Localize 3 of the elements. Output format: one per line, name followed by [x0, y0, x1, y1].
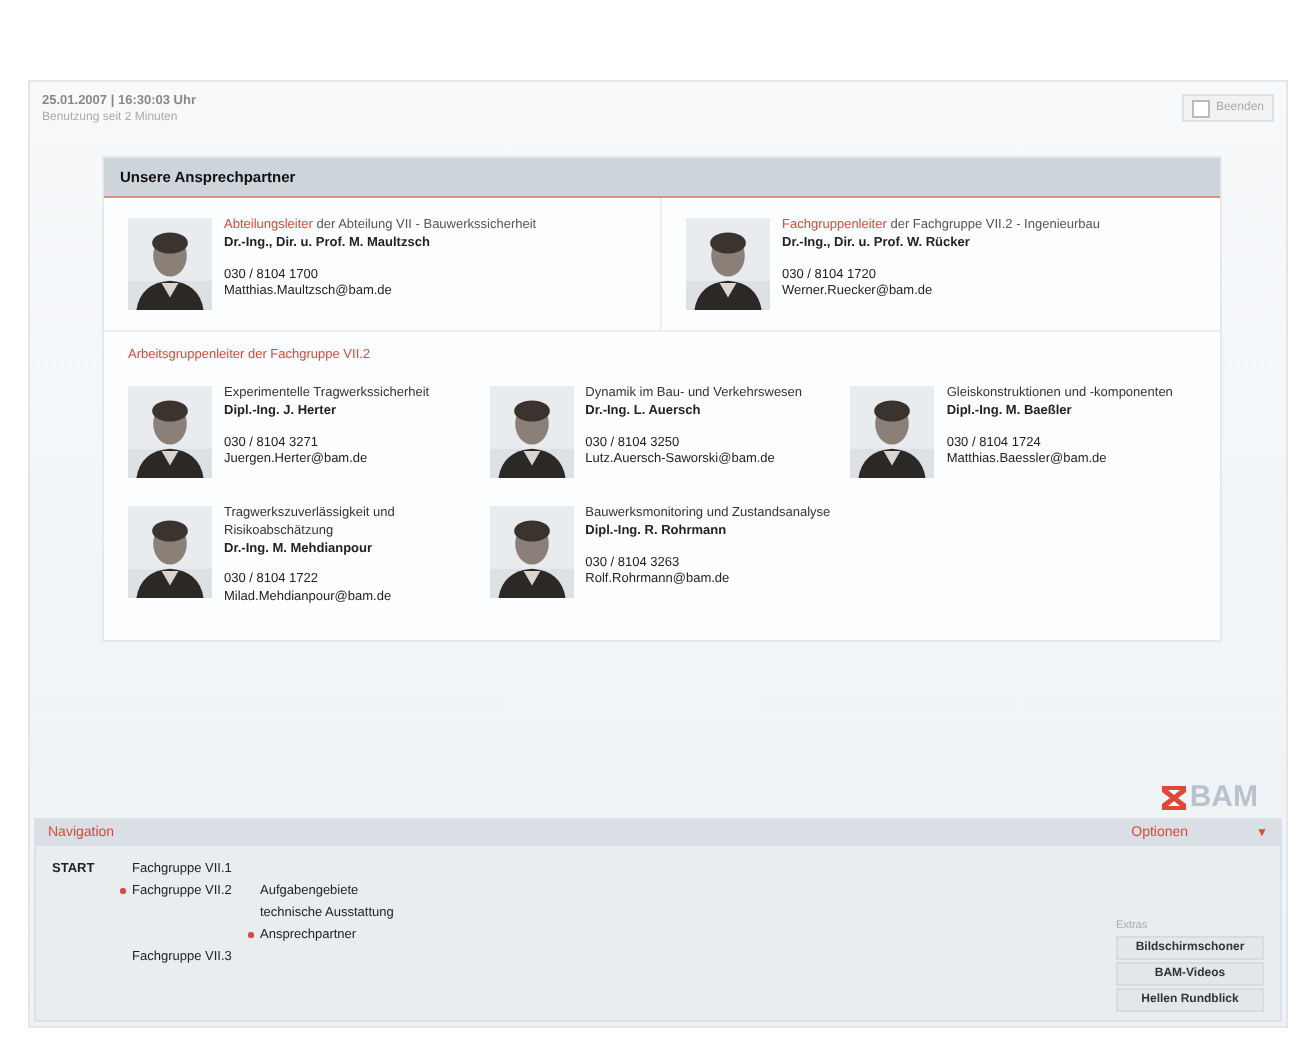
cross-logo-icon — [1161, 785, 1186, 809]
square-icon — [1191, 99, 1210, 117]
logo-text: BAM — [1189, 780, 1258, 814]
